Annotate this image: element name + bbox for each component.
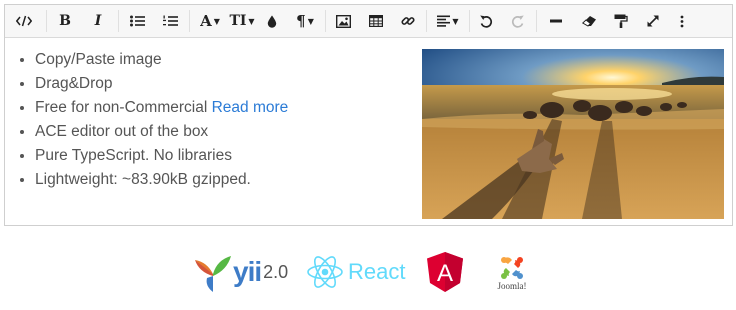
undo-button[interactable] (478, 8, 494, 34)
droplet-icon (267, 15, 277, 28)
react-atom-icon (307, 256, 343, 288)
align-button[interactable]: ▼ (435, 8, 461, 34)
joomla-icon (501, 256, 523, 279)
source-code-button[interactable] (15, 8, 33, 34)
table-icon (369, 15, 383, 27)
integrations-logos: yii 2.0 React A Joomla! (0, 250, 736, 300)
text-height-icon: TI (229, 13, 247, 29)
chevron-down-icon: ▼ (248, 16, 255, 26)
more-button[interactable] (677, 8, 687, 34)
eraser-button[interactable] (580, 8, 598, 34)
react-logo[interactable]: React (306, 250, 410, 294)
joomla-logo[interactable]: Joomla! (484, 250, 540, 294)
image-icon (335, 14, 351, 28)
link-icon (401, 17, 415, 25)
eraser-icon (581, 16, 596, 27)
angular-shield-icon: A (427, 252, 463, 292)
list-item: Free for non-Commercial Read more (35, 96, 288, 120)
code-icon (16, 15, 32, 27)
align-left-icon (437, 15, 451, 27)
editor-content[interactable]: Copy/Paste image Drag&Drop Free for non-… (5, 38, 732, 225)
horizontal-rule-button[interactable] (548, 8, 564, 34)
bullet-list-icon (129, 15, 145, 27)
ordered-list-button[interactable] (162, 8, 178, 34)
vertical-dots-icon (680, 15, 684, 27)
react-wordmark: React (348, 259, 406, 284)
yii-logo[interactable]: yii 2.0 (193, 250, 293, 294)
fullscreen-button[interactable] (645, 8, 661, 34)
font-icon: A (200, 12, 212, 30)
image-button[interactable] (335, 8, 351, 34)
table-button[interactable] (368, 8, 384, 34)
feature-list: Copy/Paste image Drag&Drop Free for non-… (19, 48, 288, 192)
bold-button[interactable]: B (57, 8, 73, 34)
minus-icon (550, 19, 562, 23)
paint-roller-icon (614, 14, 628, 28)
link-button[interactable] (400, 8, 416, 34)
font-button[interactable]: A ▼ (198, 8, 222, 34)
joomla-wordmark: Joomla! (497, 280, 527, 291)
unordered-list-button[interactable] (129, 8, 145, 34)
paragraph-button[interactable]: ¶ ▼ (292, 8, 318, 34)
brush-color-button[interactable] (265, 8, 279, 34)
list-item: Pure TypeScript. No libraries (35, 144, 288, 168)
copy-format-button[interactable] (613, 8, 629, 34)
italic-icon: I (94, 13, 102, 29)
wysiwyg-editor: B I A ▼ TI ▼ ¶ ▼ ▼ • Copy/Paste image • … (4, 4, 733, 226)
list-item: Drag&Drop (35, 72, 288, 96)
expand-icon (647, 15, 659, 27)
list-item: Lightweight: ~83.90kB gzipped. (35, 168, 288, 192)
font-size-button[interactable]: TI ▼ (229, 8, 255, 34)
yii-wordmark: yii (233, 256, 262, 287)
numbered-list-icon (162, 15, 178, 26)
angular-letter: A (437, 260, 453, 287)
undo-icon (480, 15, 492, 28)
beach-sunset-image[interactable] (422, 49, 724, 219)
chevron-down-icon: ▼ (213, 16, 220, 26)
paragraph-icon: ¶ (296, 12, 306, 30)
italic-button[interactable]: I (91, 8, 105, 34)
editor-toolbar: B I A ▼ TI ▼ ¶ ▼ ▼ (5, 5, 732, 38)
chevron-down-icon: ▼ (452, 16, 459, 26)
chevron-down-icon: ▼ (307, 16, 314, 26)
redo-button[interactable] (510, 8, 526, 34)
yii-icon (195, 256, 231, 292)
redo-icon (512, 15, 524, 28)
list-item: Copy/Paste image (35, 48, 288, 72)
angular-logo[interactable]: A (426, 250, 466, 294)
read-more-link[interactable]: Read more (212, 99, 289, 116)
list-item: ACE editor out of the box (35, 120, 288, 144)
yii-version: 2.0 (263, 261, 289, 282)
beach-photo (422, 49, 724, 219)
bold-icon: B (59, 13, 71, 29)
